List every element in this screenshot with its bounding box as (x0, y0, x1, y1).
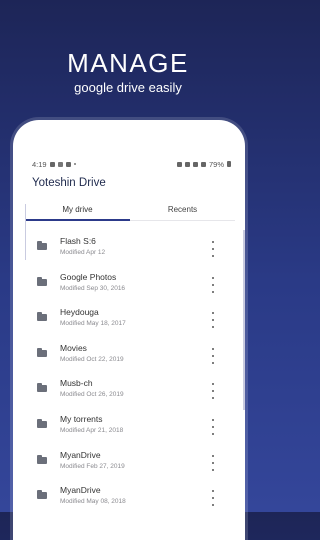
tab-bar: My drive Recents (25, 198, 235, 221)
folder-icon (37, 241, 47, 250)
more-vert-icon[interactable] (210, 275, 216, 295)
more-vert-icon[interactable] (210, 310, 216, 330)
folder-icon (37, 383, 47, 393)
file-name: Musb-ch (60, 378, 93, 389)
youtube-icon (57, 161, 63, 167)
file-modified: Modified Oct 22, 2019 (60, 355, 124, 363)
file-name: Flash S:6 (60, 236, 96, 246)
more-vert-icon[interactable] (210, 488, 216, 508)
folder-icon (37, 312, 47, 322)
file-modified: Modified Apr 21, 2018 (60, 426, 124, 434)
more-vert-icon[interactable] (210, 417, 216, 437)
battery-percent: 79% (208, 159, 224, 169)
list-item[interactable]: Flash S:6 Modified Apr 12 (25, 230, 233, 266)
promo-title: MANAGE (67, 48, 189, 78)
folder-icon (37, 454, 47, 464)
more-notifications-icon (73, 163, 76, 165)
list-item[interactable]: Musb-ch Modified Oct 26, 2019 (25, 372, 233, 408)
battery-icon (227, 161, 231, 167)
alarm-icon (176, 161, 182, 167)
folder-icon (37, 490, 47, 500)
file-modified: Modified May 18, 2017 (60, 320, 126, 328)
more-vert-icon[interactable] (210, 453, 216, 473)
tab-recents[interactable]: Recents (130, 198, 235, 220)
phone-frame: 4:19 79% Yoteshin Drive My drive Recents… (13, 120, 245, 540)
wifi-icon (192, 161, 198, 167)
more-vert-icon[interactable] (210, 381, 216, 401)
signal-icon (200, 161, 206, 167)
list-item[interactable]: Movies Modified Oct 22, 2019 (25, 337, 233, 373)
list-item[interactable]: Heydouga Modified May 18, 2017 (25, 301, 233, 337)
list-item[interactable]: My torrents Modified Apr 21, 2018 (25, 408, 233, 444)
more-vert-icon[interactable] (210, 346, 216, 366)
app-title: Yoteshin Drive (32, 177, 106, 189)
mute-icon (184, 161, 190, 167)
more-vert-icon[interactable] (210, 239, 216, 259)
folder-icon (37, 276, 47, 286)
file-name: My torrents (60, 413, 103, 424)
promo-subtitle: google drive easily (74, 80, 182, 95)
file-name: Heydouga (60, 307, 99, 318)
file-modified: Modified Oct 26, 2019 (60, 391, 124, 399)
file-modified: Modified Apr 12 (60, 249, 106, 256)
file-modified: Modified May 08, 2018 (60, 498, 126, 506)
file-name: Google Photos (60, 271, 117, 282)
scrollbar[interactable] (243, 230, 245, 410)
folder-icon (37, 347, 47, 357)
status-bar: 4:19 79% (32, 158, 231, 170)
image-icon (65, 161, 71, 167)
file-modified: Modified Sep 30, 2016 (60, 284, 126, 292)
folder-icon (37, 418, 47, 428)
file-name: MyanDrive (60, 449, 101, 460)
file-name: Movies (60, 342, 87, 353)
file-name: MyanDrive (60, 485, 101, 496)
tab-my-drive[interactable]: My drive (25, 198, 130, 221)
list-item[interactable]: Google Photos Modified Sep 30, 2016 (25, 266, 233, 302)
list-item[interactable]: MyanDrive Modified May 08, 2018 (25, 479, 233, 515)
file-modified: Modified Feb 27, 2019 (60, 462, 125, 470)
notification-icon (49, 161, 55, 167)
status-time: 4:19 (32, 159, 47, 169)
list-item[interactable]: MyanDrive Modified Feb 27, 2019 (25, 444, 233, 480)
file-list: Flash S:6 Modified Apr 12 Google Photos … (25, 230, 233, 515)
